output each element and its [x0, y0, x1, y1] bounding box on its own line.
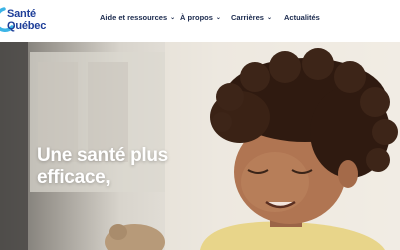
- nav-item-a-propos[interactable]: À propos ⌄: [180, 13, 221, 22]
- chevron-down-icon: ⌄: [170, 15, 176, 21]
- chevron-down-icon: ⌄: [215, 15, 221, 21]
- hero-banner: Une santé plus efficace,: [0, 42, 400, 250]
- nav-item-label: Actualités: [284, 13, 320, 22]
- hero-headline-line-2: efficace,: [37, 167, 111, 188]
- nav-item-label: Carrières: [231, 13, 264, 22]
- nav-item-label: Aide et ressources: [100, 13, 168, 22]
- nav-item-carrieres[interactable]: Carrières ⌄: [231, 13, 272, 22]
- brand-line-2: Québec: [7, 20, 47, 32]
- hero-headline: Une santé plus efficace,: [37, 145, 237, 189]
- brand-name: Santé Québec: [7, 8, 46, 32]
- nav-item-label: À propos: [180, 13, 213, 22]
- hero-headline-line-1: Une santé plus: [37, 145, 168, 166]
- site-header: Santé Québec Aide et ressources ⌄ À prop…: [0, 0, 400, 42]
- nav-item-actualites[interactable]: Actualités: [284, 13, 320, 22]
- brand-line-1: Santé: [7, 8, 36, 20]
- chevron-down-icon: ⌄: [266, 15, 272, 21]
- nav-item-aide-et-ressources[interactable]: Aide et ressources ⌄: [100, 13, 175, 22]
- brand-logo[interactable]: Santé Québec: [0, 5, 72, 35]
